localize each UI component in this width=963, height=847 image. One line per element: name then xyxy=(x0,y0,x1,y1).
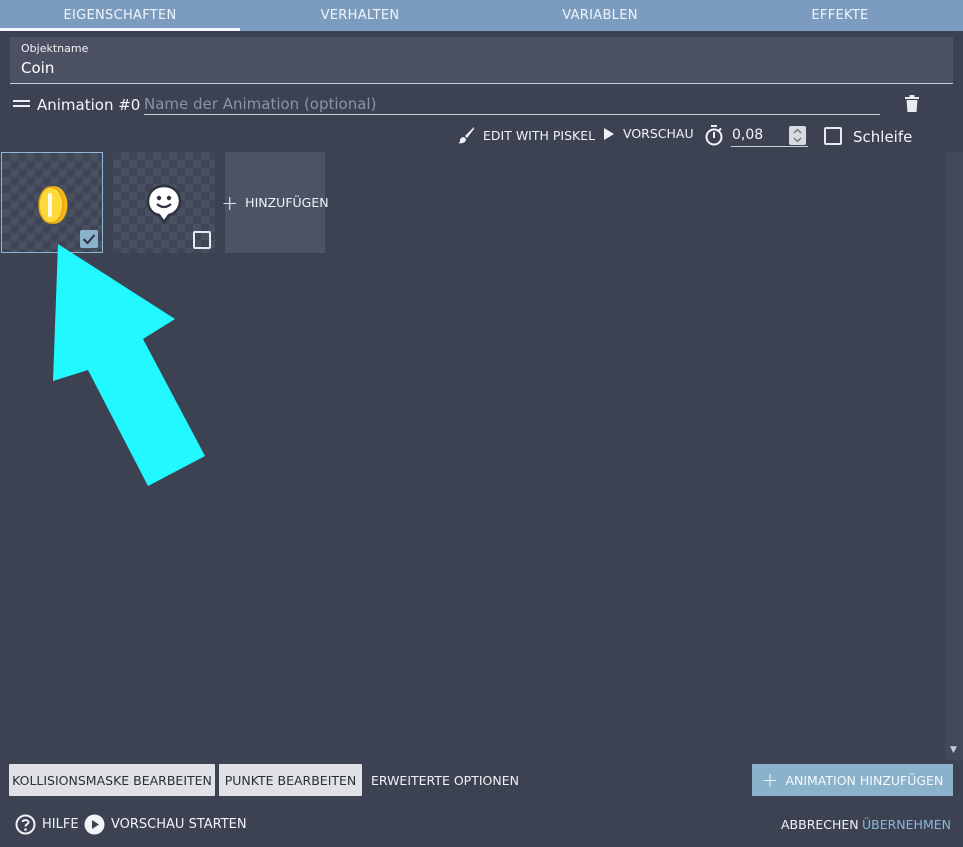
timer-icon xyxy=(705,125,723,146)
play-circle-icon xyxy=(84,814,105,835)
vertical-scrollbar[interactable] xyxy=(945,152,963,760)
trash-icon[interactable] xyxy=(905,95,919,112)
preview-button[interactable]: VORSCHAU xyxy=(603,126,694,141)
add-frame-button[interactable]: + HINZUFÜGEN xyxy=(221,152,329,253)
frame-checkbox-unchecked[interactable] xyxy=(193,231,211,249)
help-button[interactable]: HILFE xyxy=(15,814,79,835)
frame-duration-value: 0,08 xyxy=(732,127,764,143)
object-editor-dialog: EIGENSCHAFTEN VERHALTEN VARIABLEN EFFEKT… xyxy=(0,0,963,847)
sprite-frame-coin[interactable] xyxy=(1,152,103,253)
object-name-field[interactable]: Objektname Coin xyxy=(10,37,953,84)
loop-checkbox[interactable] xyxy=(824,127,842,145)
add-animation-label: ANIMATION HINZUFÜGEN xyxy=(785,772,944,788)
animation-header: Animation #0 xyxy=(0,89,945,119)
tab-eigenschaften[interactable]: EIGENSCHAFTEN xyxy=(0,0,240,31)
play-icon xyxy=(604,127,614,140)
object-name-label: Objektname xyxy=(21,42,89,55)
animation-name-input[interactable] xyxy=(144,93,880,115)
loop-label: Schleife xyxy=(853,128,913,146)
animation-title: Animation #0 xyxy=(37,96,141,114)
drag-handle-icon[interactable] xyxy=(13,100,30,108)
start-preview-button[interactable]: VORSCHAU STARTEN xyxy=(84,814,247,835)
cancel-button[interactable]: ABBRECHEN xyxy=(781,817,859,832)
advanced-options-link[interactable]: ERWEITERTE OPTIONEN xyxy=(371,773,519,788)
edit-points-button[interactable]: PUNKTE BEARBEITEN xyxy=(219,764,362,796)
add-frame-label: HINZUFÜGEN xyxy=(245,195,329,210)
tab-bar: EIGENSCHAFTEN VERHALTEN VARIABLEN EFFEKT… xyxy=(0,0,963,31)
help-label: HILFE xyxy=(42,817,79,832)
edit-collision-mask-button[interactable]: KOLLISIONSMASKE BEARBEITEN xyxy=(9,764,215,796)
spinner-arrows-icon[interactable] xyxy=(789,126,806,145)
scroll-down-icon[interactable]: ▼ xyxy=(950,745,957,755)
add-animation-button[interactable]: + ANIMATION HINZUFÜGEN xyxy=(752,764,953,796)
apply-button[interactable]: ÜBERNEHMEN xyxy=(862,817,951,832)
tab-verhalten[interactable]: VERHALTEN xyxy=(240,0,480,31)
brush-icon xyxy=(458,127,474,144)
frame-duration-input[interactable]: 0,08 xyxy=(731,125,808,147)
preview-label: VORSCHAU xyxy=(623,126,694,141)
edit-with-piskel-label: EDIT WITH PISKEL xyxy=(483,127,596,143)
help-icon xyxy=(15,814,36,835)
sprite-frame-smiley[interactable] xyxy=(113,152,215,253)
plus-icon: + xyxy=(221,190,239,215)
start-preview-label: VORSCHAU STARTEN xyxy=(111,817,247,832)
tab-variablen[interactable]: VARIABLEN xyxy=(480,0,720,31)
edit-with-piskel-button[interactable]: EDIT WITH PISKEL xyxy=(457,126,595,144)
sprite-frames-area: + HINZUFÜGEN xyxy=(0,152,945,758)
object-name-value[interactable]: Coin xyxy=(21,59,942,77)
frame-checkbox-checked[interactable] xyxy=(80,230,98,248)
tab-effekte[interactable]: EFFEKTE xyxy=(720,0,960,31)
animation-toolbar: EDIT WITH PISKEL VORSCHAU 0,08 Schleife xyxy=(0,122,945,150)
plus-icon: + xyxy=(761,768,779,792)
